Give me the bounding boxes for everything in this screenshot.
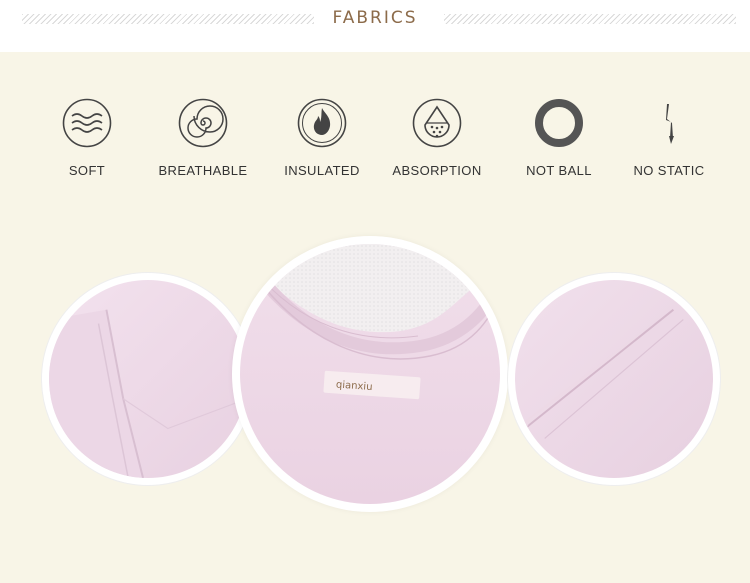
fabric-seam-photo xyxy=(508,273,720,485)
fabric-collar-photo: qianxiu xyxy=(232,236,508,512)
feature-absorption: ABSORPTION xyxy=(377,98,497,178)
feature-insulated: INSULATED xyxy=(262,98,382,178)
feature-label: ABSORPTION xyxy=(392,163,482,178)
flame-icon xyxy=(297,98,347,148)
feature-label: SOFT xyxy=(68,163,106,178)
feature-no-static: NO STATIC xyxy=(609,98,729,178)
feature-label: NOT BALL xyxy=(526,163,592,178)
fabric-sleeve-photo xyxy=(42,273,254,485)
feature-soft: SOFT xyxy=(27,98,147,178)
feature-breathable: BREATHABLE xyxy=(143,98,263,178)
section-header: FABRICS xyxy=(0,0,750,52)
lightning-icon xyxy=(666,104,674,144)
feature-label: INSULATED xyxy=(284,163,360,178)
spiral-icon xyxy=(178,98,228,148)
header-stripe-right xyxy=(444,14,736,24)
ring-icon xyxy=(535,99,583,147)
feature-label: NO STATIC xyxy=(633,163,705,178)
feature-label: BREATHABLE xyxy=(158,163,248,178)
waves-icon xyxy=(62,98,112,148)
water-drop-icon xyxy=(412,98,462,148)
feature-not-ball: NOT BALL xyxy=(499,98,619,178)
